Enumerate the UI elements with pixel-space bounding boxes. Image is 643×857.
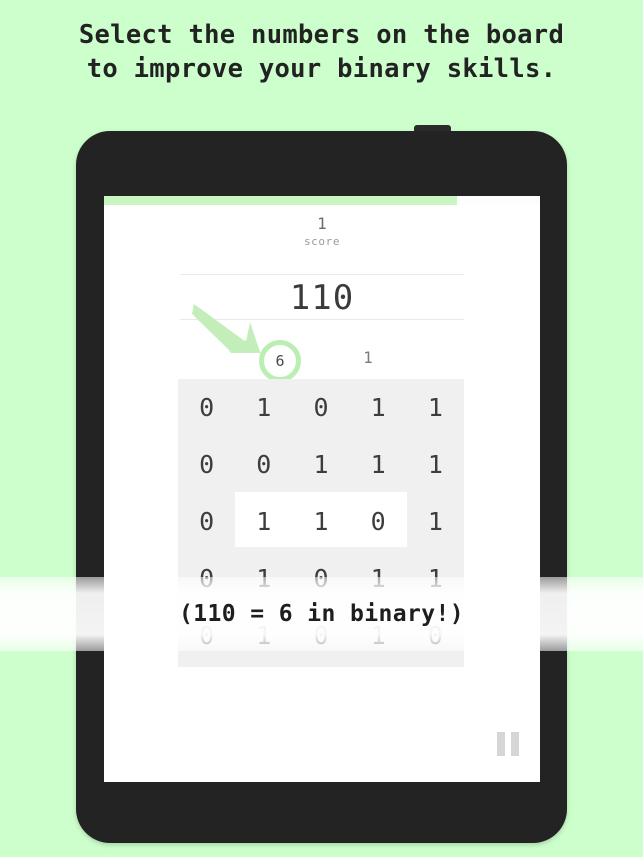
caption-banner: (110 = 6 in binary!) [0, 577, 643, 651]
divider-top [180, 274, 464, 275]
caption-banner-text: (110 = 6 in binary!) [179, 601, 464, 627]
screenshot-root: Select the numbers on the board to impro… [0, 0, 643, 857]
candidate-option[interactable]: 1 [352, 348, 384, 367]
board-cell[interactable]: 1 [407, 493, 464, 549]
board-cell[interactable]: 0 [235, 436, 292, 492]
pause-button[interactable] [497, 732, 519, 756]
board-cell[interactable]: 1 [292, 436, 349, 492]
candidate-value: 6 [275, 352, 285, 370]
board-cell[interactable]: 1 [350, 436, 407, 492]
score-display: 1 score [104, 214, 540, 249]
pause-icon [511, 732, 519, 756]
table-row[interactable]: 0 1 1 0 1 [178, 493, 464, 549]
table-row[interactable]: 0 0 1 1 1 [178, 436, 464, 492]
divider-bottom [180, 319, 464, 320]
board-cell-selected[interactable]: 1 [235, 493, 292, 549]
pause-icon [497, 732, 505, 756]
app-screen: 1 score 110 6 1 0 1 0 1 1 0 0 1 1 1 0 1 … [104, 196, 540, 782]
progress-bar-fill [104, 196, 458, 205]
score-label: score [303, 235, 341, 248]
table-row[interactable]: 0 1 0 1 1 [178, 379, 464, 435]
board-cell[interactable]: 0 [178, 436, 235, 492]
score-value: 1 [317, 214, 327, 233]
board-cell-selected[interactable]: 0 [350, 493, 407, 549]
board-cell[interactable]: 1 [407, 436, 464, 492]
candidate-option-selected[interactable]: 6 [259, 340, 301, 382]
board-cell[interactable]: 1 [407, 379, 464, 435]
target-number: 110 [289, 278, 355, 318]
page-headline: Select the numbers on the board to impro… [78, 20, 565, 84]
progress-bar-track [104, 196, 540, 205]
board-cell[interactable]: 1 [350, 379, 407, 435]
board-cell-selected[interactable]: 1 [292, 493, 349, 549]
board-cell[interactable]: 0 [292, 379, 349, 435]
board-cell[interactable]: 1 [235, 379, 292, 435]
board-cell[interactable]: 0 [178, 493, 235, 549]
board-cell[interactable]: 0 [178, 379, 235, 435]
